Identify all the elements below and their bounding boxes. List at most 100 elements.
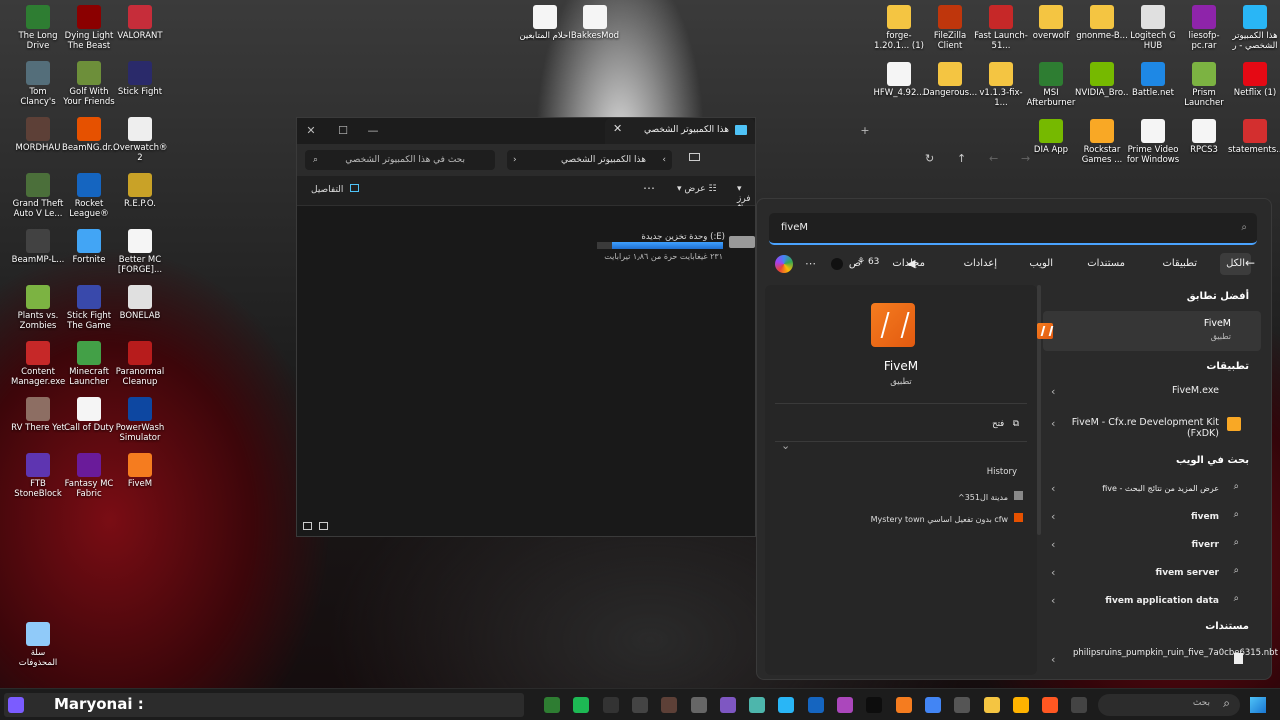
desktop-shortcut[interactable]: RV There Yet <box>11 397 65 433</box>
tiles-view-icon[interactable] <box>303 522 312 530</box>
web-result[interactable]: ‹ ⌕ fiverr <box>1043 535 1249 561</box>
desktop-shortcut[interactable]: Stick Fight The Game <box>62 285 116 331</box>
desktop-shortcut[interactable]: Grand Theft Auto V Le... <box>11 173 65 219</box>
chevron-down-icon[interactable]: ⌄ <box>781 439 790 452</box>
close-tab-icon[interactable]: ✕ <box>613 122 622 135</box>
chevron-left-icon[interactable]: ‹ <box>1051 538 1055 551</box>
document-result[interactable]: ‹ philipsruins_pumpkin_ruin_five_7a0cbe6… <box>1043 645 1278 673</box>
refresh-icon[interactable]: ↻ <box>925 152 934 165</box>
more-icon[interactable]: ⋯ <box>805 257 816 270</box>
desktop-shortcut[interactable]: v1.1.3-fix-1... <box>974 62 1028 108</box>
desktop-shortcut[interactable]: Dying Light The Beast <box>62 5 116 51</box>
chevron-left-icon[interactable]: ‹ <box>1051 417 1055 430</box>
desktop-shortcut[interactable]: Plants vs. Zombies <box>11 285 65 331</box>
desktop-shortcut[interactable]: Minecraft Launcher <box>62 341 116 387</box>
view-button[interactable]: ▾ عرض ☷ <box>677 184 717 194</box>
taskbar-app-icon[interactable] <box>895 697 912 713</box>
chevron-left-icon[interactable]: ‹ <box>1051 482 1055 495</box>
desktop-shortcut[interactable]: Rockstar Games ... <box>1075 119 1129 165</box>
taskbar-app-icon[interactable] <box>631 697 648 713</box>
taskbar-app-icon[interactable] <box>866 697 883 713</box>
forward-arrow-icon[interactable]: → <box>1021 152 1030 165</box>
desktop-shortcut[interactable]: FileZilla Client <box>923 5 977 51</box>
minimize-button[interactable]: — <box>363 122 383 140</box>
taskbar-app-icon[interactable] <box>837 697 853 713</box>
desktop-shortcut[interactable]: هذا الكمبيوتر الشخصي - ر <box>1228 5 1280 51</box>
tab-this-pc[interactable]: ✕ هذا الكمبيوتر الشخصي <box>605 118 755 144</box>
desktop-shortcut[interactable]: R.E.P.O. <box>113 173 167 209</box>
up-arrow-icon[interactable]: ↑ <box>957 152 966 165</box>
desktop-shortcut[interactable]: gnonme-B... <box>1075 5 1129 41</box>
web-result[interactable]: ‹ ⌕ fivem <box>1043 507 1249 533</box>
app-result[interactable]: ‹ FiveM - Cfx.re Development Kit (FxDK) <box>1043 413 1249 439</box>
desktop-shortcut[interactable]: Fantasy MC Fabric <box>62 453 116 499</box>
desktop-shortcut[interactable]: Content Manager.exe <box>11 341 65 387</box>
desktop-shortcut[interactable]: Dangerous... <box>923 62 977 98</box>
desktop-shortcut[interactable]: BONELAB <box>113 285 167 321</box>
app-result[interactable]: ‹ FiveM.exe <box>1043 381 1249 407</box>
filter-tab[interactable]: تطبيقات <box>1156 253 1203 275</box>
more-options-icon[interactable]: ⋯ <box>643 181 655 195</box>
desktop-shortcut[interactable]: FiveM <box>113 453 167 489</box>
taskbar-app-icon[interactable] <box>983 697 1000 713</box>
windows-start-icon[interactable] <box>1250 697 1266 713</box>
taskbar-app-icon[interactable] <box>807 697 824 713</box>
desktop-shortcut[interactable]: Fast Launch-51... <box>974 5 1028 51</box>
desktop-shortcut[interactable]: MORDHAU <box>11 117 65 153</box>
desktop-shortcut[interactable]: Call of Duty <box>62 397 116 433</box>
filter-tab[interactable]: مستندات <box>1081 253 1131 275</box>
desktop-shortcut[interactable]: VALORANT <box>113 5 167 41</box>
desktop-shortcut[interactable]: Logitech G HUB <box>1126 5 1180 51</box>
taskbar-app-icon[interactable] <box>778 697 795 713</box>
news-ticker[interactable]: Maryonai : <box>4 693 524 717</box>
taskbar-app-icon[interactable] <box>602 697 619 713</box>
taskbar-app-icon[interactable] <box>749 697 766 713</box>
filter-tab[interactable]: الويب <box>1023 253 1059 275</box>
history-item[interactable]: ^351مدينة ال <box>958 491 1023 502</box>
desktop-shortcut[interactable]: Tom Clancy's Rainbow Si... <box>11 61 65 107</box>
chevron-left-icon[interactable]: ‹ <box>1051 594 1055 607</box>
best-match-item[interactable]: FiveM تطبيق <box>1037 311 1261 351</box>
desktop-shortcut[interactable]: Better MC [FORGE]... <box>113 229 167 275</box>
open-action[interactable]: فتح ⧉ <box>992 419 1019 429</box>
desktop-shortcut[interactable]: overwolf <box>1024 5 1078 41</box>
history-item[interactable]: Mystery town بدون تفعيل اساسي cfw <box>871 513 1023 524</box>
taskbar-app-icon[interactable] <box>661 697 678 713</box>
monitor-icon[interactable] <box>689 153 700 161</box>
desktop-shortcut[interactable]: HFW_4.92... <box>872 62 926 98</box>
desktop-shortcut[interactable]: The Long Drive <box>11 5 65 51</box>
desktop-shortcut[interactable]: Stick Fight <box>113 61 167 97</box>
desktop-shortcut[interactable]: statements... <box>1228 119 1280 155</box>
desktop-shortcut[interactable]: MSI Afterburner <box>1024 62 1078 108</box>
desktop-shortcut[interactable]: BeamMP-L... <box>11 229 65 265</box>
chevron-left-icon[interactable]: ‹ <box>1051 566 1055 579</box>
desktop-shortcut[interactable]: FTB StoneBlock 4 <box>11 453 65 499</box>
close-window-button[interactable]: ✕ <box>301 122 321 140</box>
chevron-left-icon[interactable]: ‹ <box>1051 510 1055 523</box>
desktop-shortcut[interactable]: BakkesMod <box>568 5 622 41</box>
new-tab-button[interactable]: + <box>855 122 875 140</box>
desktop-shortcut[interactable]: Golf With Your Friends <box>62 61 116 107</box>
start-search-panel[interactable]: fiveM ⌕ ⋯ ⚘ 63 ◀ الكل تطبيقات مستندات الويب… <box>756 198 1278 680</box>
desktop-shortcut[interactable]: Rocket League® <box>62 173 116 219</box>
taskbar-app-icon[interactable] <box>1042 697 1059 713</box>
desktop-shortcut[interactable]: forge-1.20.1... (1) <box>872 5 926 51</box>
desktop-shortcut[interactable]: RPCS3 <box>1177 119 1231 155</box>
copilot-icon[interactable] <box>775 255 793 273</box>
taskbar-search[interactable]: بحث ⌕ <box>1098 694 1240 716</box>
desktop-shortcut[interactable]: liesofp-pc.rar <box>1177 5 1231 51</box>
details-button[interactable]: التفاصيل <box>311 184 360 195</box>
back-arrow-icon[interactable]: ← <box>989 152 998 165</box>
profile-icon[interactable] <box>831 258 843 270</box>
drive-icon[interactable] <box>729 236 755 248</box>
file-explorer-window[interactable]: ✕ ☐ — + ✕ هذا الكمبيوتر الشخصي ⌕ بحث في … <box>296 117 1030 537</box>
taskbar-app-icon[interactable] <box>1012 697 1029 713</box>
desktop-shortcut[interactable]: Paranormal Cleanup <box>113 341 167 387</box>
address-bar[interactable]: › هذا الكمبيوتر الشخصي ‹ <box>507 150 672 170</box>
web-result[interactable]: ‹ ⌕ fivem server <box>1043 563 1249 589</box>
taskbar-app-icon[interactable] <box>719 697 736 713</box>
desktop-shortcut[interactable]: Prism Launcher <box>1177 62 1231 108</box>
chevron-left-icon[interactable]: ‹ <box>1051 385 1055 398</box>
desktop-shortcut[interactable]: Netflix (1) <box>1228 62 1280 98</box>
taskbar-app-icon[interactable] <box>954 697 971 713</box>
